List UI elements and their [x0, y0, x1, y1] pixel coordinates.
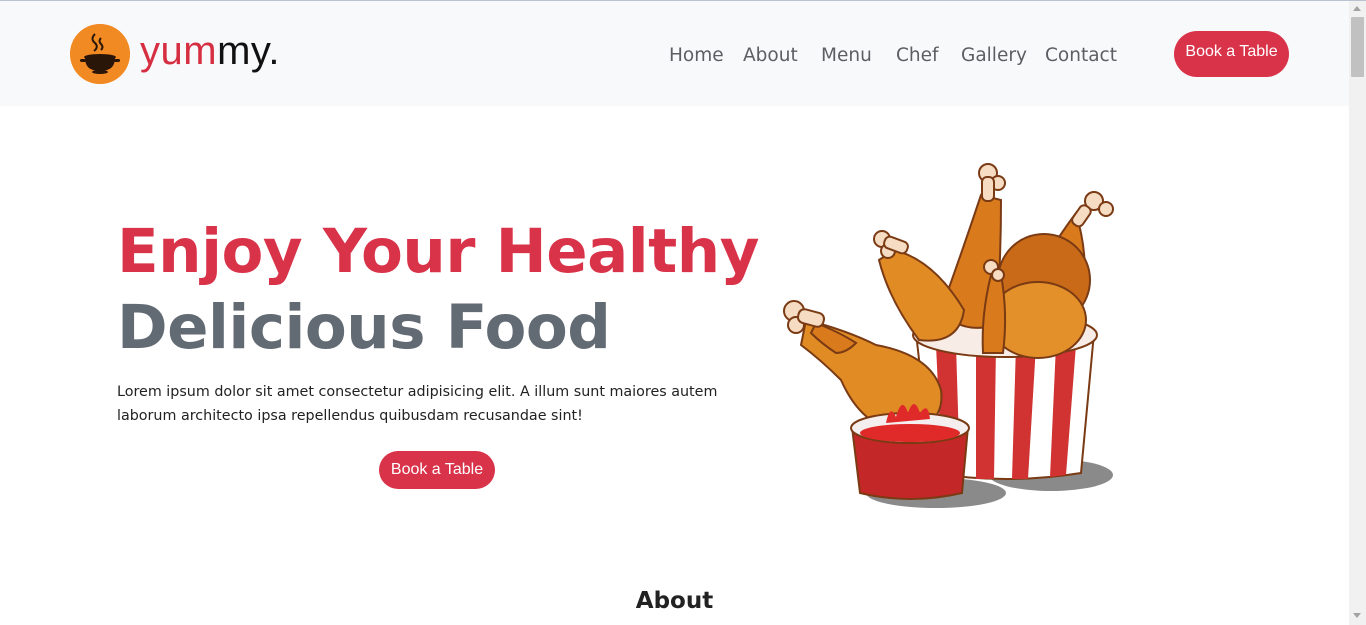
cooking-pot-icon: [70, 24, 130, 84]
book-table-hero-button[interactable]: Book a Table: [379, 451, 495, 489]
scroll-up-arrow-icon[interactable]: [1353, 6, 1361, 11]
hero-title: Enjoy Your Healthy Delicious Food: [117, 214, 759, 366]
nav-item-about[interactable]: About: [743, 43, 798, 69]
fried-chicken-bucket-image: [783, 163, 1114, 508]
nav-item-home[interactable]: Home: [669, 43, 724, 69]
nav-item-menu[interactable]: Menu: [821, 43, 872, 69]
about-heading: About: [635, 588, 714, 614]
brand-name[interactable]: yummy.: [140, 25, 280, 77]
brand-name-part1: yum: [140, 29, 218, 73]
nav-item-chef[interactable]: Chef: [896, 43, 939, 69]
scrollbar-thumb[interactable]: [1351, 17, 1364, 77]
scroll-down-arrow-icon[interactable]: [1353, 613, 1361, 618]
site-header: yummy. Home About Menu Chef Gallery Cont…: [0, 1, 1349, 106]
vertical-scrollbar[interactable]: [1349, 1, 1366, 625]
logo-icon[interactable]: [70, 24, 130, 84]
hero-description: Lorem ipsum dolor sit amet consectetur a…: [117, 384, 718, 424]
brand-name-part2: my.: [217, 29, 281, 73]
nav-item-contact[interactable]: Contact: [1045, 43, 1117, 69]
hero-title-line2: Delicious Food: [117, 292, 611, 363]
hero-title-line1: Enjoy Your Healthy: [117, 216, 759, 287]
nav-item-gallery[interactable]: Gallery: [961, 43, 1027, 69]
book-table-header-button[interactable]: Book a Table: [1174, 31, 1289, 77]
